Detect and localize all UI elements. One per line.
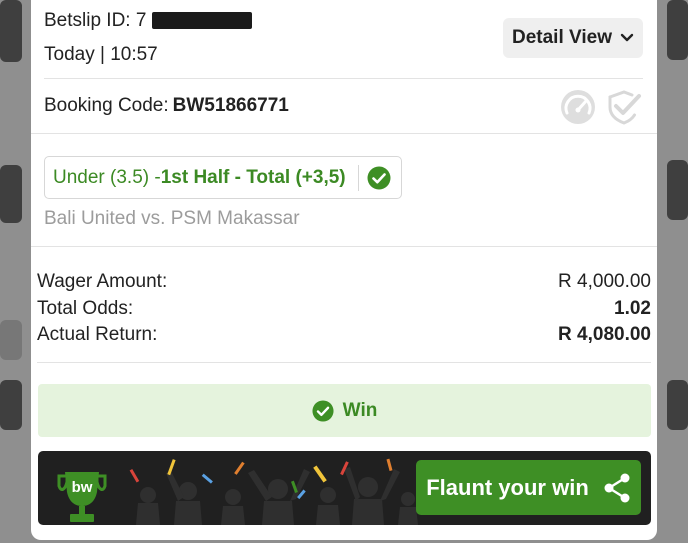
gauge-icon[interactable]: [560, 89, 596, 125]
chevron-down-icon: [620, 33, 634, 42]
background-panel: [667, 0, 688, 60]
wager-row: Wager Amount: R 4,000.00: [37, 271, 651, 293]
check-circle-icon: [367, 166, 391, 189]
detail-view-button[interactable]: Detail View: [503, 18, 643, 58]
betslip-card: Betslip ID: 7 Today | 10:57 Detail View …: [31, 0, 657, 540]
odds-value: 1.02: [614, 298, 651, 319]
selection-chip[interactable]: Under (3.5) - 1st Half - Total (+3,5): [44, 156, 402, 199]
flaunt-button-label: Flaunt your win: [426, 474, 589, 500]
return-label: Actual Return:: [37, 324, 158, 345]
match-name: Bali United vs. PSM Makassar: [44, 208, 300, 229]
flaunt-your-win-button[interactable]: Flaunt your win: [416, 460, 641, 515]
divider: [31, 133, 657, 134]
betslip-id-label: Betslip ID:: [44, 10, 131, 31]
divider: [44, 78, 643, 79]
background-panel: [667, 380, 688, 430]
redaction-mask: [152, 12, 253, 30]
betslip-date: Today | 10:57: [44, 44, 158, 65]
booking-code: Booking Code: BW51866771: [44, 95, 289, 117]
check-shield-icon[interactable]: [606, 89, 642, 125]
return-row: Actual Return: R 4,080.00: [37, 324, 651, 346]
selection-pick: Under (3.5) -: [53, 166, 161, 188]
background-panel: [667, 160, 688, 220]
background-panel: [0, 165, 22, 223]
chip-divider: [357, 164, 359, 191]
background-panel: [0, 0, 22, 62]
win-label: Win: [342, 399, 378, 421]
logo-text: bw: [71, 479, 93, 496]
divider: [31, 246, 657, 247]
selection-market: 1st Half - Total (+3,5): [160, 166, 346, 188]
booking-code-value: BW51866771: [172, 95, 289, 116]
divider: [37, 362, 651, 363]
flaunt-banner: bw Flaunt your win: [38, 451, 651, 525]
wager-label: Wager Amount:: [37, 271, 168, 292]
odds-label: Total Odds:: [37, 298, 134, 319]
odds-row: Total Odds: 1.02: [37, 298, 651, 320]
check-circle-icon: [312, 399, 334, 422]
detail-view-label: Detail View: [512, 27, 612, 48]
betslip-id: Betslip ID: 7: [44, 10, 253, 32]
background-panel: [0, 380, 22, 430]
win-status-bar: Win: [38, 384, 651, 437]
background-panel: [0, 320, 22, 360]
wager-value: R 4,000.00: [558, 271, 651, 292]
betslip-id-value: 7: [135, 10, 147, 31]
booking-code-label: Booking Code:: [44, 95, 169, 116]
return-value: R 4,080.00: [558, 324, 651, 345]
share-icon: [604, 473, 630, 502]
